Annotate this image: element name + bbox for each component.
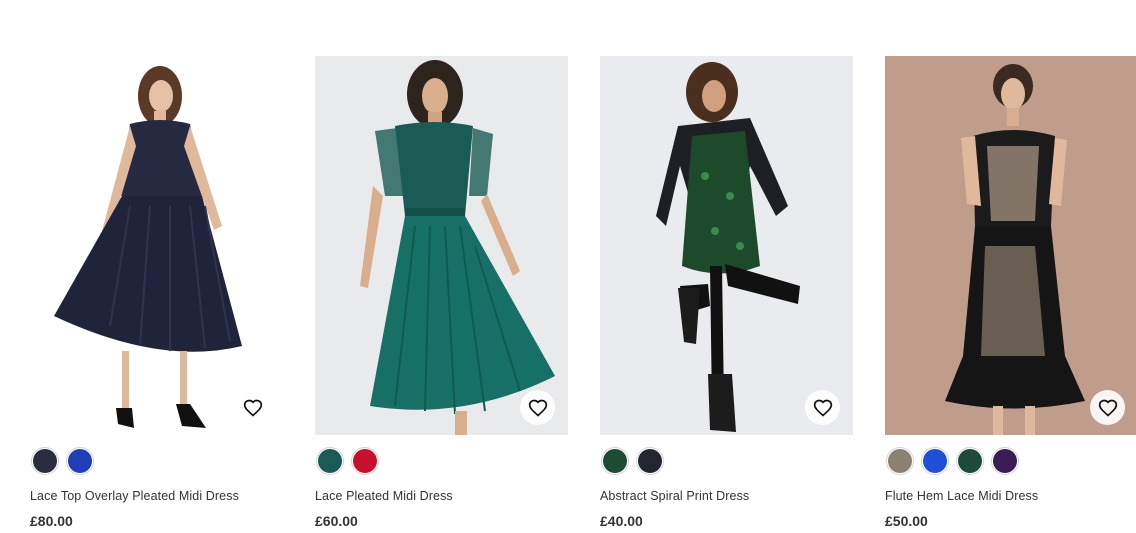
color-swatch[interactable] bbox=[956, 447, 984, 475]
product-price: £60.00 bbox=[315, 513, 358, 529]
color-swatch[interactable] bbox=[66, 447, 94, 475]
heart-outline-icon bbox=[528, 399, 547, 417]
color-swatch[interactable] bbox=[601, 447, 629, 475]
color-swatch[interactable] bbox=[316, 447, 344, 475]
product-price: £50.00 bbox=[885, 513, 928, 529]
product-card[interactable]: Flute Hem Lace Midi Dress £50.00 bbox=[885, 56, 1136, 533]
color-swatches bbox=[316, 447, 379, 475]
product-card[interactable]: Lace Pleated Midi Dress £60.00 bbox=[315, 56, 568, 533]
product-price: £80.00 bbox=[30, 513, 73, 529]
color-swatches bbox=[886, 447, 1019, 475]
product-name[interactable]: Flute Hem Lace Midi Dress bbox=[885, 489, 1038, 503]
color-swatch[interactable] bbox=[31, 447, 59, 475]
product-image[interactable] bbox=[885, 56, 1136, 435]
product-name[interactable]: Lace Pleated Midi Dress bbox=[315, 489, 453, 503]
color-swatch[interactable] bbox=[636, 447, 664, 475]
color-swatch[interactable] bbox=[351, 447, 379, 475]
product-image[interactable] bbox=[600, 56, 853, 435]
wishlist-button[interactable] bbox=[520, 390, 555, 425]
product-image[interactable] bbox=[30, 56, 283, 435]
product-price: £40.00 bbox=[600, 513, 643, 529]
product-image[interactable] bbox=[315, 56, 568, 435]
color-swatch[interactable] bbox=[886, 447, 914, 475]
color-swatch[interactable] bbox=[991, 447, 1019, 475]
product-name[interactable]: Lace Top Overlay Pleated Midi Dress bbox=[30, 489, 239, 503]
heart-outline-icon bbox=[813, 399, 832, 417]
product-card[interactable]: Lace Top Overlay Pleated Midi Dress £80.… bbox=[30, 56, 283, 533]
product-card[interactable]: Abstract Spiral Print Dress £40.00 bbox=[600, 56, 853, 533]
color-swatches bbox=[601, 447, 664, 475]
product-name[interactable]: Abstract Spiral Print Dress bbox=[600, 489, 749, 503]
wishlist-button[interactable] bbox=[805, 390, 840, 425]
heart-outline-icon bbox=[243, 399, 262, 417]
color-swatch[interactable] bbox=[921, 447, 949, 475]
product-grid: Lace Top Overlay Pleated Midi Dress £80.… bbox=[30, 56, 1136, 533]
color-swatches bbox=[31, 447, 94, 475]
wishlist-button[interactable] bbox=[235, 390, 270, 425]
heart-outline-icon bbox=[1098, 399, 1117, 417]
wishlist-button[interactable] bbox=[1090, 390, 1125, 425]
